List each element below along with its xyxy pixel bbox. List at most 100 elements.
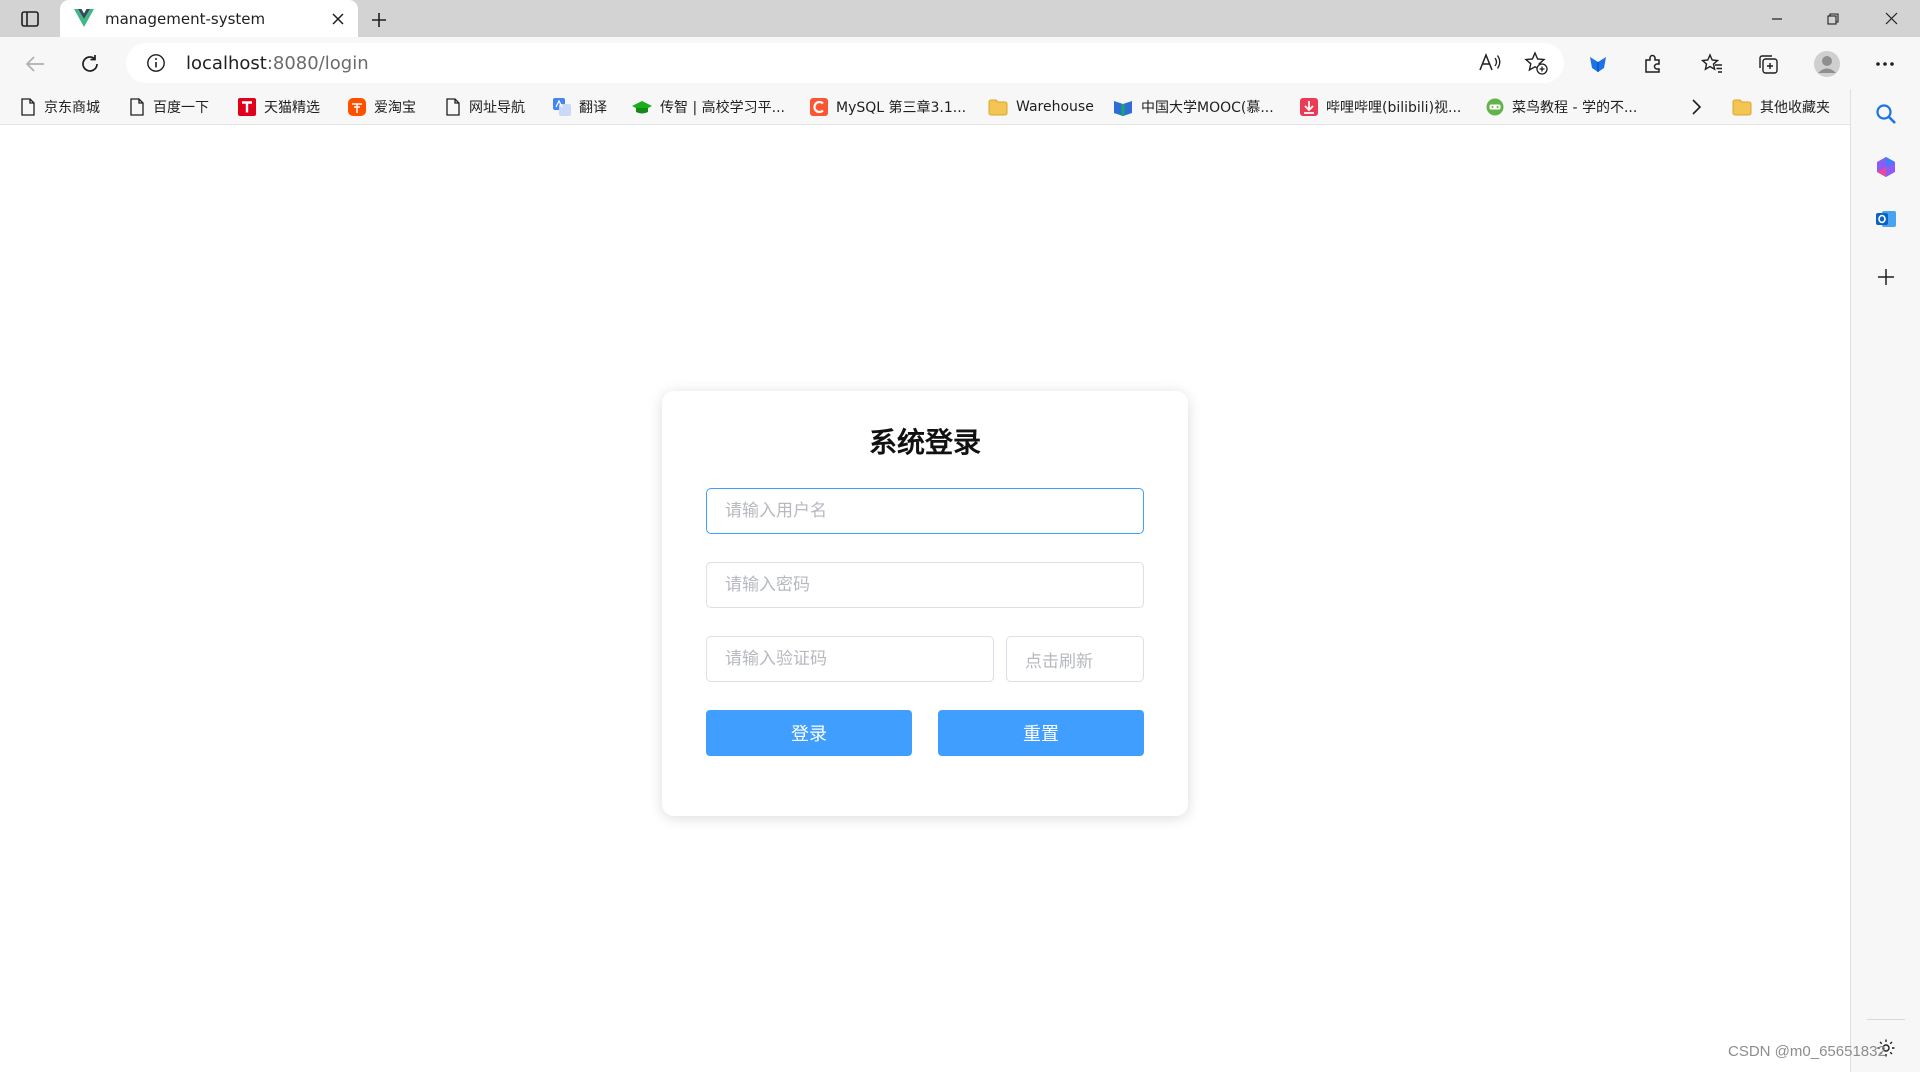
bookmark-item[interactable]: 哔哩哔哩(bilibili)视... <box>1300 95 1461 119</box>
login-card: 系统登录 点击刷新 登录 重置 <box>662 391 1188 816</box>
back-button[interactable] <box>18 47 52 81</box>
translate-icon <box>553 98 571 116</box>
vue-logo-icon <box>74 9 94 27</box>
bookmark-label: 哔哩哔哩(bilibili)视... <box>1326 100 1462 116</box>
bookmark-label: 传智 | 高校学习平... <box>660 100 785 116</box>
address-bar[interactable]: localhost:8080/login <box>126 43 1564 83</box>
sidebar-divider <box>1867 1019 1905 1020</box>
bookmark-label: 菜鸟教程 - 学的不... <box>1512 100 1638 116</box>
bookmark-label: 其他收藏夹 <box>1760 100 1830 116</box>
favorites-button[interactable] <box>1695 47 1729 81</box>
add-favorite-button[interactable] <box>1522 49 1550 77</box>
edge-sidebar <box>1850 89 1920 1072</box>
close-icon <box>1885 12 1897 25</box>
bookmark-item[interactable]: 京东商城 <box>20 95 100 119</box>
plus-icon <box>372 13 386 27</box>
close-icon <box>332 13 344 25</box>
runoob-icon <box>1486 98 1504 116</box>
login-button[interactable]: 登录 <box>706 710 912 756</box>
csdn-icon <box>810 98 828 116</box>
arrow-left-icon <box>25 56 44 72</box>
restore-button[interactable] <box>1804 0 1862 37</box>
taobao-icon <box>348 98 366 116</box>
bookmark-item[interactable]: 百度一下 <box>129 95 209 119</box>
bookmark-item[interactable]: 中国大学MOOC(慕... <box>1113 95 1274 119</box>
reload-button[interactable] <box>73 47 107 81</box>
page-icon <box>130 98 144 116</box>
info-icon[interactable] <box>146 53 166 73</box>
puzzle-icon <box>1645 54 1660 73</box>
bookmark-label: 天猫精选 <box>264 100 320 116</box>
read-aloud-button[interactable] <box>1476 49 1504 77</box>
browser-toolbar: localhost:8080/login <box>0 37 1920 89</box>
bilibili-icon <box>1300 98 1318 116</box>
minimize-button[interactable] <box>1748 0 1806 37</box>
tab-strip: management-system <box>0 0 1920 37</box>
url-path: :8080/login <box>266 53 369 74</box>
extension-bird-icon <box>1590 57 1606 72</box>
reset-button[interactable]: 重置 <box>938 710 1144 756</box>
tab-close-button[interactable] <box>328 9 348 29</box>
bookmark-label: 爱淘宝 <box>374 100 416 116</box>
settings-more-button[interactable] <box>1868 47 1902 81</box>
bookmark-label: 翻译 <box>579 100 607 116</box>
bookmark-item[interactable]: 菜鸟教程 - 学的不... <box>1486 95 1637 119</box>
new-tab-button[interactable] <box>366 7 392 33</box>
graduation-cap-icon <box>632 101 652 114</box>
sidebar-search-button[interactable] <box>1871 99 1901 129</box>
username-input[interactable] <box>706 488 1144 534</box>
password-input[interactable] <box>706 562 1144 608</box>
tab-actions-button[interactable] <box>16 8 44 30</box>
bookmark-item[interactable]: 网址导航 <box>445 95 525 119</box>
bookmark-label: 中国大学MOOC(慕... <box>1141 100 1274 116</box>
sidebar-copilot-button[interactable] <box>1871 152 1901 182</box>
reload-icon <box>82 55 98 72</box>
copilot-icon <box>1877 157 1895 177</box>
restore-icon <box>1827 12 1839 25</box>
bookmark-item[interactable]: 天猫精选 <box>238 95 320 119</box>
extensions-button[interactable] <box>1636 47 1670 81</box>
captcha-input[interactable] <box>706 636 994 682</box>
extension-button[interactable] <box>1581 47 1615 81</box>
url-text[interactable]: localhost:8080/login <box>186 53 369 74</box>
page-icon <box>446 98 460 116</box>
captcha-refresh-label: 点击刷新 <box>1025 651 1093 672</box>
page-viewport: 系统登录 点击刷新 登录 重置 <box>0 126 1850 1072</box>
outlook-icon <box>1876 211 1896 227</box>
minimize-icon <box>1772 17 1782 20</box>
bookmark-item[interactable]: 翻译 <box>553 95 607 119</box>
search-icon <box>1876 104 1896 124</box>
collections-icon <box>1759 55 1778 74</box>
bookmark-item[interactable]: Warehouse <box>988 95 1094 119</box>
bookmark-label: 京东商城 <box>44 100 100 116</box>
bookmark-item[interactable]: 传智 | 高校学习平... <box>632 95 785 119</box>
login-title: 系统登录 <box>868 426 981 459</box>
read-aloud-icon <box>1479 52 1501 71</box>
bookmark-label: 网址导航 <box>469 100 525 116</box>
favorites-icon <box>1701 53 1722 73</box>
bookmark-item-other-favorites[interactable]: 其他收藏夹 <box>1732 95 1830 119</box>
bookmark-label: Warehouse <box>1016 99 1094 115</box>
browser-tab-active[interactable]: management-system <box>60 0 358 37</box>
folder-icon <box>1732 99 1752 115</box>
profile-button[interactable] <box>1810 47 1844 81</box>
page-icon <box>21 98 35 116</box>
collections-button[interactable] <box>1751 47 1785 81</box>
tab-title: management-system <box>105 10 266 28</box>
bookmark-item[interactable]: 爱淘宝 <box>348 95 416 119</box>
chevron-right-icon[interactable] <box>1686 97 1706 117</box>
close-window-button[interactable] <box>1862 0 1920 37</box>
watermark: CSDN @m0_65651832 <box>1728 1043 1886 1060</box>
bookmark-item[interactable]: MySQL 第三章3.1... <box>810 95 966 119</box>
plus-icon <box>1878 269 1894 285</box>
sidebar-add-button[interactable] <box>1871 262 1901 292</box>
folder-icon <box>988 99 1008 115</box>
tmall-icon <box>238 98 256 116</box>
sidebar-outlook-button[interactable] <box>1871 204 1901 234</box>
captcha-refresh-image[interactable]: 点击刷新 <box>1006 636 1144 682</box>
sidebar-layout-icon <box>21 11 39 27</box>
mooc-icon <box>1114 101 1132 116</box>
url-host: localhost <box>186 53 267 74</box>
bookmarks-bar: 京东商城 百度一下 天猫精选 爱淘宝 网址导航 翻译 传智 | 高校学习平...… <box>0 89 1850 125</box>
bookmark-label: 百度一下 <box>153 100 209 116</box>
